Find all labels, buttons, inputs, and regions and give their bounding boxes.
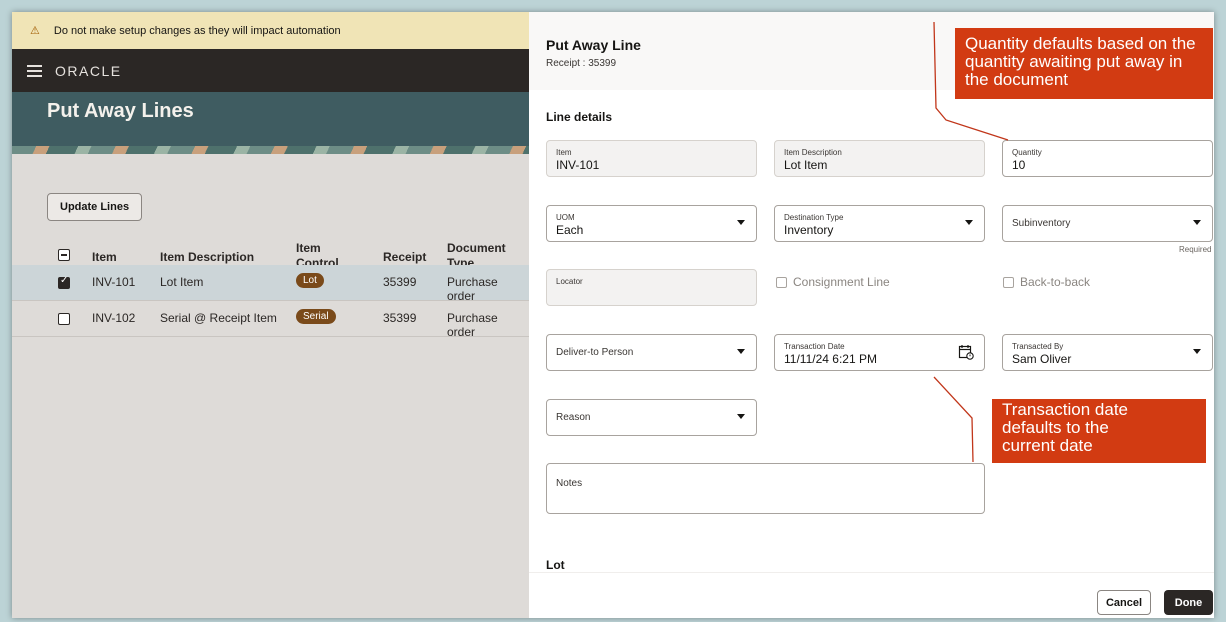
callout-line: current date [1002,436,1093,455]
date-connector-line [933,376,974,463]
callout-line: Transaction date [1002,400,1128,419]
quantity-callout: Quantity defaults based on the quantity … [955,28,1213,99]
transaction-date-callout: Transaction date defaults to the current… [992,399,1206,463]
callout-line: defaults to the [1002,418,1109,437]
